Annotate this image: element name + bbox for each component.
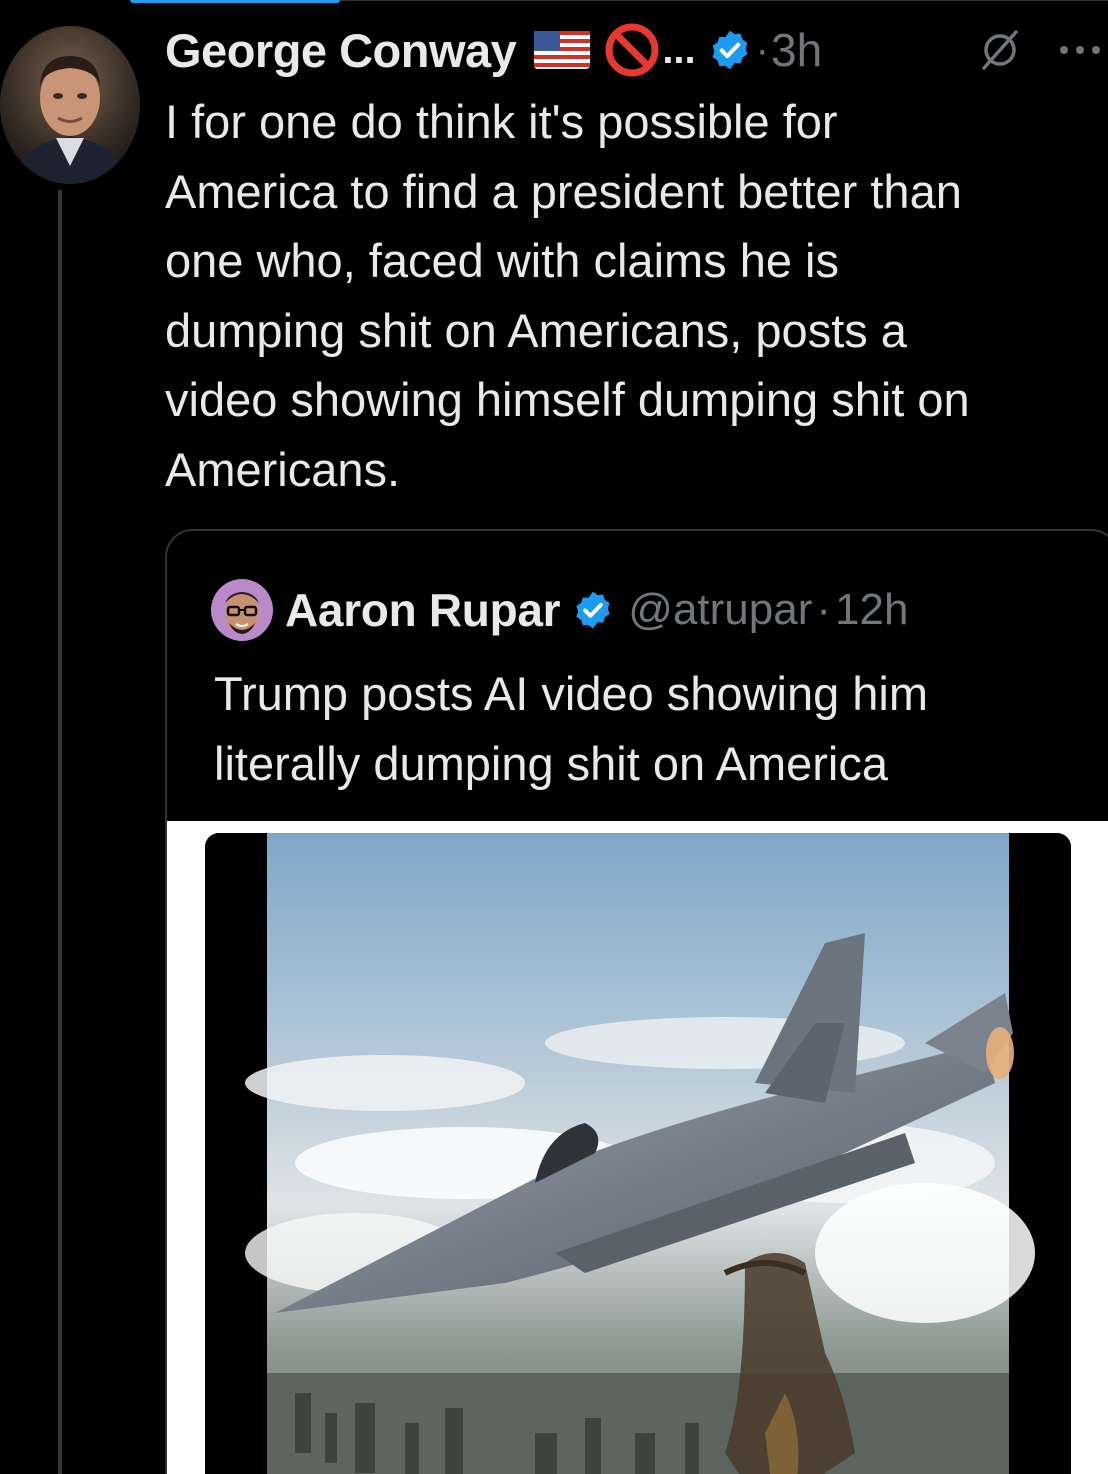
tweet-text-line: Americans. [165,442,401,496]
tweet-text-line: America to find a president better than [165,164,962,218]
tweet-text-line: dumping shit on Americans, posts a [165,303,907,357]
no-entry-icon [604,22,660,78]
quoted-tweet-card[interactable]: Aaron Rupar @atrupar · 12h Trump posts A… [165,529,1108,1474]
verified-badge-icon[interactable] [708,28,752,72]
name-overflow-ellipsis: ... [662,27,696,72]
quoted-author-handle[interactable]: @atrupar [628,585,812,635]
us-flag-icon [534,31,591,69]
quoted-media[interactable] [167,821,1108,1474]
author-avatar[interactable] [0,26,140,184]
quoted-tweet-header: Aaron Rupar @atrupar · 12h [211,575,908,645]
tweet-header: George Conway ... · 3h [165,18,822,82]
more-icon[interactable] [1055,40,1105,60]
quoted-text-line: Trump posts AI video showing him [214,667,929,720]
quoted-tweet-timestamp[interactable]: 12h [835,585,908,635]
tweet-text-line: video showing himself dumping shit on [165,373,970,426]
video-thumbnail[interactable] [205,833,1071,1474]
time-separator: · [755,27,769,72]
author-name[interactable]: George Conway [165,23,517,78]
quoted-author-name[interactable]: Aaron Rupar [285,583,561,637]
video-frame-image [205,833,1071,1474]
grok-icon[interactable] [978,28,1022,72]
tweet-text: I for one do think it's possible for Ame… [165,87,1105,504]
verified-badge-icon[interactable] [572,589,614,631]
tweet-text-line: one who, faced with claims he is [165,234,839,287]
tweet-text-line: I for one do think it's possible for [165,95,838,148]
thread-connector-line [58,190,62,1474]
quoted-tweet-text: Trump posts AI video showing him literal… [214,659,1094,799]
time-separator: · [816,585,832,634]
top-tab-indicator [130,0,340,3]
tweet-timestamp[interactable]: 3h [771,23,822,77]
quoted-author-avatar[interactable] [211,579,273,641]
quoted-text-line: literally dumping shit on America [214,737,888,790]
top-divider [340,0,1108,1]
avatar-portrait-image [0,26,140,184]
